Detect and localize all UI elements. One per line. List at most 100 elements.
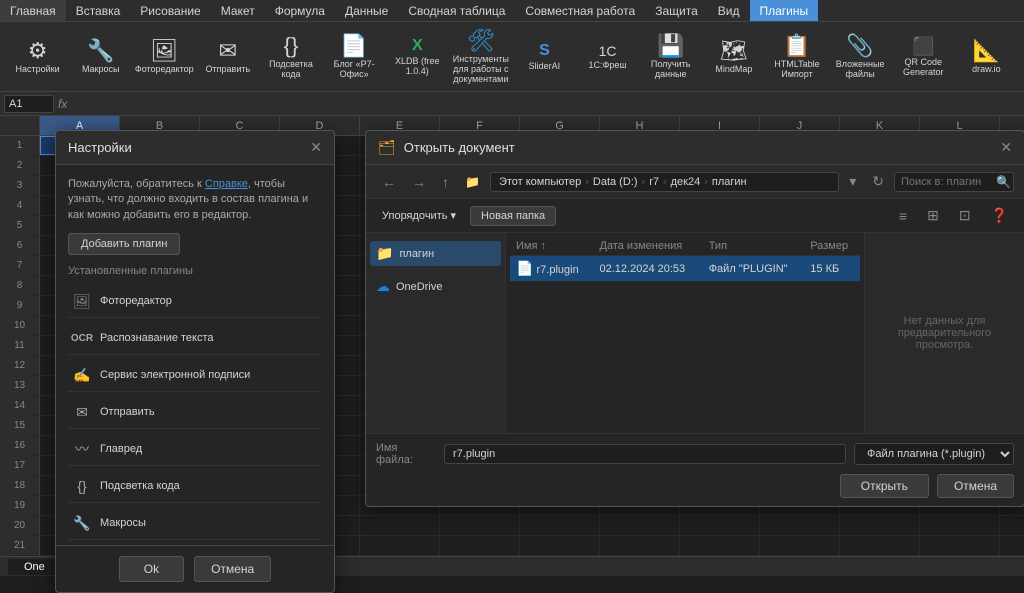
toolbar-btn-photo[interactable]: 🖼 Фоторедактор — [134, 27, 194, 87]
toolbar-btn-mindmap-label: MindMap — [715, 64, 752, 74]
sort-button[interactable]: Упорядочить ▾ — [376, 207, 462, 224]
toolbar-btn-settings[interactable]: ⚙ Настройки — [8, 27, 67, 87]
menu-item-layout[interactable]: Макет — [211, 0, 265, 21]
toolbar-btn-blog[interactable]: 📄 Блог «Р7-Офис» — [325, 27, 384, 87]
sheet-tab-one[interactable]: One — [8, 559, 61, 575]
cell-F21[interactable] — [440, 536, 520, 555]
breadcrumb-plugin[interactable]: плагин — [712, 176, 747, 188]
toolbar-btn-drawio[interactable]: 📐 draw.io — [957, 27, 1016, 87]
toolbar-btn-htmltable[interactable]: 📋 HTMLTable Импорт — [767, 27, 826, 87]
menu-item-home[interactable]: Главная — [0, 0, 66, 21]
cell-K21[interactable] — [840, 536, 920, 555]
fileopen-cancel-button[interactable]: Отмена — [937, 474, 1014, 498]
view-list-button[interactable]: ≡ — [893, 206, 913, 226]
nav-reload-button[interactable]: ↻ — [866, 171, 890, 192]
plugin-item-ocr: OCR Распознавание текста — [68, 322, 322, 355]
nav-refresh-button[interactable]: 📁 — [459, 173, 486, 191]
toolbar-btn-macros[interactable]: 🔧 Макросы — [71, 27, 130, 87]
cell-J20[interactable] — [760, 516, 840, 535]
add-plugin-button[interactable]: Добавить плагин — [68, 233, 180, 255]
breadcrumb-r7[interactable]: r7 — [649, 176, 659, 188]
settings-help-link[interactable]: Справке — [205, 178, 248, 190]
menu-item-data[interactable]: Данные — [335, 0, 398, 21]
cell-H21[interactable] — [600, 536, 680, 555]
toolbar-btn-code[interactable]: {} Подсветка кода — [261, 27, 320, 87]
plugin-name-sign: Сервис электронной подписи — [100, 369, 318, 381]
file-size: 15 КБ — [804, 256, 860, 282]
col-size[interactable]: Размер — [804, 237, 860, 256]
file-table: Имя ↑ Дата изменения Тип Размер 📄 r7.plu… — [510, 237, 860, 282]
getdata-icon: 💾 — [657, 35, 684, 57]
cell-M21[interactable] — [1000, 536, 1024, 555]
settings-cancel-button[interactable]: Отмена — [194, 556, 271, 582]
menu-item-pivot[interactable]: Сводная таблица — [398, 0, 515, 21]
breadcrumb-dek24[interactable]: дек24 — [671, 176, 701, 188]
cell-K20[interactable] — [840, 516, 920, 535]
col-type[interactable]: Тип — [703, 237, 805, 256]
breadcrumb: Этот компьютер › Data (D:) › r7 › дек24 … — [490, 172, 839, 192]
toolbar-btn-getdata[interactable]: 💾 Получить данные — [641, 27, 700, 87]
breadcrumb-computer[interactable]: Этот компьютер — [499, 176, 581, 188]
photo-icon: 🖼 — [150, 40, 178, 62]
nav-forward-button[interactable]: → — [406, 172, 432, 192]
fileopen-close-button[interactable]: ✕ — [1000, 139, 1012, 156]
breadcrumb-data[interactable]: Data (D:) — [593, 176, 638, 188]
cell-E21[interactable] — [360, 536, 440, 555]
col-name[interactable]: Имя ↑ — [510, 237, 594, 256]
menu-item-insert[interactable]: Вставка — [66, 0, 131, 21]
toolbar-btn-tools[interactable]: 🛠 Инструменты для работы с документами — [451, 27, 511, 87]
toolbar-btn-qrcode[interactable]: ⬛ QR Code Generator — [894, 27, 953, 87]
toolbar-btn-attachments[interactable]: 📎 Вложенные файлы — [831, 27, 890, 87]
open-button[interactable]: Открыть — [840, 474, 929, 498]
toolbar-btn-send[interactable]: ✉ Отправить — [198, 27, 257, 87]
menu-item-protect[interactable]: Защита — [645, 0, 708, 21]
formula-input[interactable] — [71, 97, 1020, 111]
menu-item-draw[interactable]: Рисование — [130, 0, 210, 21]
cell-J21[interactable] — [760, 536, 840, 555]
fileopen-toolbar: Упорядочить ▾ Новая папка ≡ ⊞ ⊡ ❓ — [366, 199, 1024, 233]
menu-item-formula[interactable]: Формула — [265, 0, 335, 21]
fileopen-left-panel: 📁 плагин ☁ OneDrive — [366, 233, 506, 433]
cell-L20[interactable] — [920, 516, 1000, 535]
view-tiles-button[interactable]: ⊡ — [953, 205, 977, 226]
view-grid-button[interactable]: ⊞ — [921, 205, 945, 226]
cell-E20[interactable] — [360, 516, 440, 535]
settings-ok-button[interactable]: Ok — [119, 556, 184, 582]
fileopen-actions: Открыть Отмена — [376, 474, 1014, 498]
nav-back-button[interactable]: ← — [376, 172, 402, 192]
folder-item-onedrive[interactable]: ☁ OneDrive — [370, 274, 501, 299]
menu-item-plugins[interactable]: Плагины — [750, 0, 819, 21]
cell-H20[interactable] — [600, 516, 680, 535]
file-row-r7plugin[interactable]: 📄 r7.plugin 02.12.2024 20:53 Файл "PLUGI… — [510, 256, 860, 282]
filename-input[interactable] — [444, 444, 846, 464]
toolbar-btn-mindmap[interactable]: 🗺 MindMap — [704, 27, 763, 87]
cell-F20[interactable] — [440, 516, 520, 535]
cell-L21[interactable] — [920, 536, 1000, 555]
macros-icon: 🔧 — [87, 40, 114, 62]
cell-M20[interactable] — [1000, 516, 1024, 535]
cell-I21[interactable] — [680, 536, 760, 555]
menu-item-view[interactable]: Вид — [708, 0, 750, 21]
new-folder-button[interactable]: Новая папка — [470, 206, 556, 226]
cell-I20[interactable] — [680, 516, 760, 535]
search-input[interactable] — [901, 176, 996, 188]
filetype-select[interactable]: Файл плагина (*.plugin) — [854, 443, 1014, 465]
blog-icon: 📄 — [340, 35, 367, 57]
toolbar-btn-fresh[interactable]: 1С 1С:Фреш — [578, 27, 637, 87]
filename-label: Имя файла: — [376, 442, 436, 466]
cell-G20[interactable] — [520, 516, 600, 535]
folder-item-plugin[interactable]: 📁 плагин — [370, 241, 501, 266]
settings-close-button[interactable]: ✕ — [310, 139, 322, 156]
menu-item-collab[interactable]: Совместная работа — [515, 0, 645, 21]
cell-G21[interactable] — [520, 536, 600, 555]
attachments-icon: 📎 — [846, 35, 873, 57]
preview-text: Нет данных для предварительного просмотр… — [875, 315, 1014, 351]
nav-dropdown-button[interactable]: ▾ — [843, 171, 862, 192]
cell-reference[interactable] — [4, 95, 54, 113]
view-help-button[interactable]: ❓ — [985, 205, 1014, 226]
col-date[interactable]: Дата изменения — [594, 237, 703, 256]
toolbar-btn-slider[interactable]: S SliderAI — [515, 27, 574, 87]
toolbar-btn-xldb[interactable]: X XLDB (free 1.0.4) — [388, 27, 447, 87]
formula-bar: fx — [0, 92, 1024, 116]
nav-up-button[interactable]: ↑ — [436, 172, 455, 192]
